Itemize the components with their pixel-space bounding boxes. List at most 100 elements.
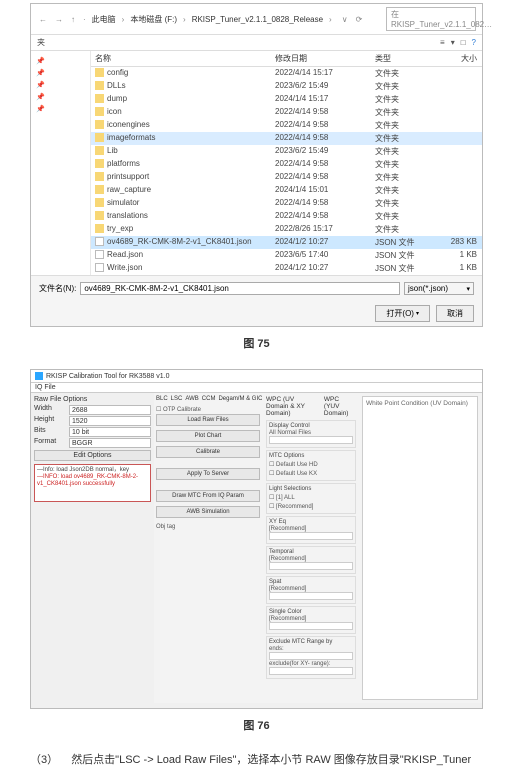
awb-simulation-button[interactable]: AWB Simulation	[156, 506, 260, 518]
log-output: —Info: load Json2DB normal，key —INFO: lo…	[34, 464, 151, 502]
path-seg[interactable]: 本地磁盘 (F:)	[130, 14, 177, 25]
path-seg[interactable]: 此电脑	[92, 14, 116, 25]
opt-value[interactable]: BGGR	[69, 438, 151, 448]
opt-value[interactable]: 2688	[69, 405, 151, 415]
input-field[interactable]	[269, 436, 353, 444]
plot-chart-button[interactable]: Plot Chart	[156, 430, 260, 442]
path-seg[interactable]: RKISP_Tuner_v2.1.1_0828_Release	[192, 15, 323, 24]
mid-panel: BLCLSCAWBCCMDegam/M & GICTMOFEC & LDCHSi…	[154, 393, 262, 703]
chevron-down-icon: ▾	[466, 285, 470, 293]
input-field[interactable]	[269, 532, 353, 540]
body-text: （3） 然后点击"LSC -> Load Raw Files"，选择本小节 RA…	[30, 751, 483, 770]
wpc-tabs[interactable]: WPC (UV Domain & XY Domain) WPC (YUV Dom…	[266, 396, 356, 417]
refresh-icon[interactable]: ⟳	[354, 15, 365, 24]
search-input[interactable]: 在 RKISP_Tuner_v2.1.1_082…	[386, 7, 476, 31]
file-row[interactable]: simulator2022/4/14 9:58文件夹	[91, 197, 482, 210]
folder-icon	[95, 185, 104, 194]
file-row[interactable]: ov4689_RK-CMK-8M-2-v1_CK8401.json2024/1/…	[91, 236, 482, 249]
tab-ccm[interactable]: CCM	[202, 396, 216, 402]
path-bar[interactable]: ← → ↑ · 此电脑 › 本地磁盘 (F:) › RKISP_Tuner_v2…	[31, 4, 482, 35]
search-placeholder: 在 RKISP_Tuner_v2.1.1_082…	[391, 9, 492, 29]
file-row[interactable]: imageformats2022/4/14 9:58文件夹	[91, 132, 482, 145]
wpc-tab-uvxy[interactable]: WPC (UV Domain & XY Domain)	[266, 396, 318, 417]
group-light-selections: Light Selections[1] ALL[Recommend]	[266, 483, 356, 514]
view-list-icon[interactable]: ≡	[440, 38, 445, 47]
split-dd-icon[interactable]: ▾	[416, 310, 419, 317]
file-row[interactable]: config2022/4/14 15:17文件夹	[91, 67, 482, 80]
button-row: 打开(O) ▾ 取消	[31, 301, 482, 326]
nav-tree[interactable]: 📌 📌 📌 📌 📌	[31, 51, 91, 275]
file-row[interactable]: raw_capture2024/1/4 15:01文件夹	[91, 184, 482, 197]
tab-degam-m-gic[interactable]: Degam/M & GIC	[218, 396, 262, 402]
file-row[interactable]: printsupport2022/4/14 9:58文件夹	[91, 171, 482, 184]
tab-awb[interactable]: AWB	[185, 396, 198, 402]
settings-col: WPC (UV Domain & XY Domain) WPC (YUV Dom…	[266, 396, 356, 700]
view-dd-icon[interactable]: ▾	[451, 38, 455, 47]
col-date[interactable]: 修改日期	[271, 51, 371, 66]
input-field[interactable]	[269, 562, 353, 570]
group-single-color: Single Color[Recommend]	[266, 606, 356, 634]
draw-mtc-from-iq-param-button[interactable]: Draw MTC From IQ Param	[156, 490, 260, 502]
filename-input[interactable]	[80, 282, 400, 295]
module-tabs[interactable]: BLCLSCAWBCCMDegam/M & GICTMOFEC & LDCHSi…	[156, 396, 260, 402]
file-row[interactable]: Write.json2024/1/2 10:27JSON 文件1 KB	[91, 262, 482, 275]
checkbox[interactable]: Default Use HD	[269, 460, 353, 469]
filter-combo[interactable]: json(*.json) ▾	[404, 282, 474, 295]
group-temporal: Temporal[Recommend]	[266, 546, 356, 574]
file-row[interactable]: Read.json2023/6/5 17:40JSON 文件1 KB	[91, 249, 482, 262]
calibrate-button[interactable]: Calibrate	[156, 446, 260, 458]
col-name[interactable]: 名称	[91, 51, 271, 66]
dropdown-icon[interactable]: ∨	[340, 15, 350, 24]
wpc-tab-yuv[interactable]: WPC (YUV Domain)	[324, 396, 356, 417]
tab-lsc[interactable]: LSC	[171, 396, 183, 402]
input-field[interactable]	[269, 592, 353, 600]
folder-icon	[95, 81, 104, 90]
file-row[interactable]: translations2022/4/14 9:58文件夹	[91, 210, 482, 223]
input-field[interactable]	[269, 652, 353, 660]
folder-icon	[95, 107, 104, 116]
opt-value[interactable]: 1520	[69, 416, 151, 426]
file-row[interactable]: Lib2023/6/2 15:49文件夹	[91, 145, 482, 158]
plot-area: White Point Condition (UV Domain)	[362, 396, 478, 700]
file-row[interactable]: DLLs2023/6/2 15:49文件夹	[91, 80, 482, 93]
col-type[interactable]: 类型	[371, 51, 431, 66]
col-size[interactable]: 大小	[431, 51, 481, 66]
checkbox[interactable]: Default Use KX	[269, 469, 353, 478]
group-display-control: Display ControlAll Normal Files	[266, 420, 356, 448]
folder-icon	[95, 224, 104, 233]
checkbox[interactable]: [Recommend]	[269, 502, 353, 511]
otp-calibrate-check[interactable]: OTP Calibrate	[156, 405, 260, 414]
apply-to-server-button[interactable]: Apply To Server	[156, 468, 260, 480]
tag-label: Obj tag	[156, 524, 260, 530]
figure-caption-76: 图 76	[0, 717, 513, 733]
nav-fwd-icon[interactable]: →	[53, 15, 65, 24]
group-spat: Spat[Recommend]	[266, 576, 356, 604]
file-row[interactable]: platforms2022/4/14 9:58文件夹	[91, 158, 482, 171]
file-row[interactable]: iconengines2022/4/14 9:58文件夹	[91, 119, 482, 132]
edit-options-button[interactable]: Edit Options	[34, 450, 151, 461]
right-panel: WPC (UV Domain & XY Domain) WPC (YUV Dom…	[262, 393, 482, 703]
input-field[interactable]	[269, 667, 353, 675]
tab-blc[interactable]: BLC	[156, 396, 168, 402]
load-raw-files-button[interactable]: Load Raw Files	[156, 414, 260, 426]
list-header[interactable]: 名称 修改日期 类型 大小	[91, 51, 482, 67]
checkbox[interactable]: [1] ALL	[269, 493, 353, 502]
toolbar: 夹 ≡ ▾ □ ?	[31, 35, 482, 51]
input-field[interactable]	[269, 622, 353, 630]
open-button[interactable]: 打开(O) ▾	[375, 305, 430, 322]
file-row[interactable]: dump2024/1/4 15:17文件夹	[91, 93, 482, 106]
chevron-right-icon: ›	[120, 15, 127, 24]
opt-label: Format	[34, 438, 69, 448]
plot-title: White Point Condition (UV Domain)	[366, 400, 474, 407]
cancel-button[interactable]: 取消	[436, 305, 474, 322]
menubar[interactable]: IQ File	[31, 383, 482, 393]
file-row[interactable]: try_exp2022/8/26 15:17文件夹	[91, 223, 482, 236]
json-file-icon	[95, 263, 104, 272]
nav-up-icon[interactable]: ↑	[69, 15, 77, 24]
nav-back-icon[interactable]: ←	[37, 15, 49, 24]
file-row[interactable]: icon2022/4/14 9:58文件夹	[91, 106, 482, 119]
menu-iqfile[interactable]: IQ File	[35, 384, 56, 391]
opt-value[interactable]: 10 bit	[69, 427, 151, 437]
view-preview-icon[interactable]: □	[461, 38, 466, 47]
help-icon[interactable]: ?	[472, 38, 476, 47]
